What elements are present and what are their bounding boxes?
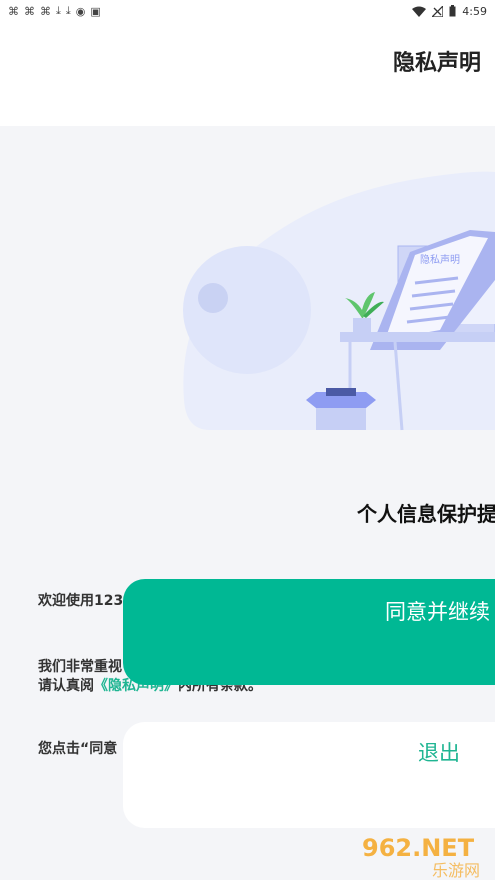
a-icon: ▣ <box>90 4 101 18</box>
watermark-sub: 乐游网 <box>432 861 480 880</box>
wifi-icon <box>412 6 427 17</box>
watermark-brand: 962.NET <box>362 834 475 862</box>
site-watermark-logo: 962.NET 乐游网 <box>362 834 480 880</box>
notification-icon: ⌘ <box>40 4 51 18</box>
read-prefix: 请认真阅 <box>38 678 94 694</box>
exit-button[interactable]: 退出 <box>123 722 495 828</box>
welcome-text: 欢迎使用123 <box>38 593 124 609</box>
doc-title-text: 隐私声明 <box>420 253 460 266</box>
consent-text: 您点击“同意 <box>38 741 118 757</box>
status-time: 4:59 <box>462 4 487 18</box>
notification-icon: ⌘ <box>8 4 19 18</box>
status-right: 4:59 <box>412 5 495 18</box>
agree-continue-button[interactable]: 同意并继续 <box>123 579 495 685</box>
importance-line-1: 我们非常重视 <box>38 659 122 675</box>
battery-icon <box>449 5 456 17</box>
download-icon: ⤓ <box>65 4 71 17</box>
page-title: 隐私声明 <box>393 51 482 76</box>
notification-icon: ⌘ <box>24 4 35 18</box>
app-icon: ◉ <box>75 4 86 18</box>
page-heading: 个人信息保护提 <box>357 502 495 526</box>
agree-button-label: 同意并继续 <box>385 600 490 624</box>
download-icon: ⤓ <box>56 4 61 17</box>
exit-button-label: 退出 <box>418 741 460 765</box>
status-left-icons: ⌘ ⌘ ⌘ ⤓ ⤓ ◉ ▣ <box>0 4 101 18</box>
signal-icon <box>432 5 444 17</box>
status-bar: ⌘ ⌘ ⌘ ⤓ ⤓ ◉ ▣ 4:59 <box>0 0 495 22</box>
privacy-illustration: 隐私声明 <box>183 171 495 431</box>
header: 隐私声明 <box>0 22 495 126</box>
